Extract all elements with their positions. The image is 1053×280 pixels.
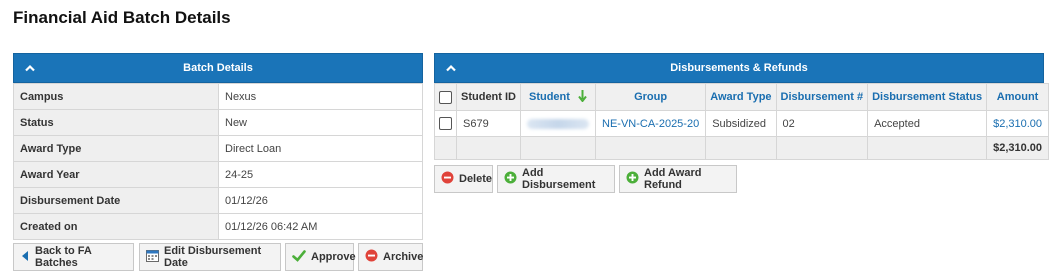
detail-row-award-year: Award Year 24-25 xyxy=(13,161,423,188)
batch-details-panel: Batch Details Campus Nexus Status New Aw… xyxy=(13,53,423,240)
calendar-icon xyxy=(146,249,159,265)
minus-circle-icon xyxy=(441,171,454,187)
chevron-up-icon[interactable] xyxy=(443,54,459,82)
batch-details-header: Batch Details xyxy=(13,53,423,83)
detail-row-status: Status New xyxy=(13,109,423,136)
detail-label: Status xyxy=(13,109,219,136)
archive-button-label: Archive xyxy=(383,251,424,263)
row-checkbox[interactable] xyxy=(439,117,452,130)
disbursements-table: Student ID Student Group Award Type Disb… xyxy=(434,83,1050,160)
award-type-cell: Subsidized xyxy=(705,110,777,137)
column-header-disbursement-no[interactable]: Disbursement # xyxy=(775,83,869,111)
total-empty-cell xyxy=(775,136,869,160)
approve-button[interactable]: Approve xyxy=(285,243,356,271)
row-checkbox-cell xyxy=(434,110,457,137)
column-header-student-id[interactable]: Student ID xyxy=(456,83,521,111)
add-disbursement-button[interactable]: Add Disbursement xyxy=(497,165,615,193)
arrow-down-icon xyxy=(578,90,587,105)
student-id-cell: S679 xyxy=(456,110,521,137)
add-award-refund-button-label: Add Award Refund xyxy=(644,167,702,191)
batch-details-title: Batch Details xyxy=(183,62,253,74)
total-empty-cell xyxy=(456,136,521,160)
total-empty-cell xyxy=(594,136,707,160)
table-header-row: Student ID Student Group Award Type Disb… xyxy=(434,83,1050,111)
edit-date-button-label: Edit Disbursement Date xyxy=(164,245,262,269)
detail-label: Campus xyxy=(13,83,219,110)
column-header-disbursement-status[interactable]: Disbursement Status xyxy=(867,83,988,111)
plus-circle-icon xyxy=(504,171,517,187)
detail-value: Nexus xyxy=(218,83,423,110)
batch-details-table: Campus Nexus Status New Award Type Direc… xyxy=(13,83,423,240)
amount-link[interactable]: $2,310.00 xyxy=(986,110,1050,137)
triangle-left-icon xyxy=(20,250,30,265)
disbursements-title: Disbursements & Refunds xyxy=(670,62,808,74)
page-title: Financial Aid Batch Details xyxy=(13,8,231,27)
archive-button[interactable]: Archive xyxy=(358,243,423,271)
back-to-fa-batches-button[interactable]: Back to FA Batches xyxy=(13,243,134,271)
total-amount: $2,310.00 xyxy=(986,136,1050,160)
detail-value: Direct Loan xyxy=(218,135,423,162)
total-empty-cell xyxy=(520,136,596,160)
plus-circle-icon xyxy=(626,171,639,187)
detail-value: New xyxy=(218,109,423,136)
detail-value: 24-25 xyxy=(218,161,423,188)
minus-circle-icon xyxy=(365,249,378,265)
select-all-checkbox[interactable] xyxy=(439,90,452,104)
column-header-award-type[interactable]: Award Type xyxy=(705,83,777,111)
select-all-cell xyxy=(434,83,457,111)
add-award-refund-button[interactable]: Add Award Refund xyxy=(619,165,737,193)
column-header-student[interactable]: Student xyxy=(520,83,596,111)
student-header-label: Student xyxy=(528,90,570,103)
disbursements-header: Disbursements & Refunds xyxy=(434,53,1044,83)
add-disbursement-button-label: Add Disbursement xyxy=(522,167,596,191)
detail-label: Award Type xyxy=(13,135,219,162)
detail-row-award-type: Award Type Direct Loan xyxy=(13,135,423,162)
detail-label: Award Year xyxy=(13,161,219,188)
chevron-up-icon[interactable] xyxy=(22,54,38,82)
total-row: $2,310.00 xyxy=(434,136,1050,160)
group-link[interactable]: NE-VN-CA-2025-20 xyxy=(594,110,707,137)
back-button-label: Back to FA Batches xyxy=(35,245,92,269)
detail-label: Created on xyxy=(13,213,219,240)
total-empty-cell xyxy=(867,136,988,160)
column-header-amount[interactable]: Amount xyxy=(986,83,1050,111)
table-row: S679 NE-VN-CA-2025-20 Subsidized 02 Acce… xyxy=(434,110,1050,137)
column-header-group[interactable]: Group xyxy=(594,83,707,111)
delete-button[interactable]: Delete xyxy=(434,165,493,193)
redacted-student-name xyxy=(527,118,589,129)
disbursements-panel: Disbursements & Refunds Student ID Stude… xyxy=(434,53,1050,160)
disbursement-no-cell: 02 xyxy=(775,110,869,137)
checkmark-icon xyxy=(292,249,306,265)
detail-value: 01/12/26 06:42 AM xyxy=(218,213,423,240)
detail-value: 01/12/26 xyxy=(218,187,423,214)
detail-row-disbursement-date: Disbursement Date 01/12/26 xyxy=(13,187,423,214)
total-empty-cell xyxy=(434,136,457,160)
edit-disbursement-date-button[interactable]: Edit Disbursement Date xyxy=(139,243,281,271)
delete-button-label: Delete xyxy=(459,173,493,185)
detail-row-campus: Campus Nexus xyxy=(13,83,423,110)
approve-button-label: Approve xyxy=(311,251,356,263)
detail-label: Disbursement Date xyxy=(13,187,219,214)
total-empty-cell xyxy=(705,136,777,160)
student-name-cell[interactable] xyxy=(520,110,596,137)
detail-row-created-on: Created on 01/12/26 06:42 AM xyxy=(13,213,423,240)
disbursement-status-cell: Accepted xyxy=(867,110,988,137)
